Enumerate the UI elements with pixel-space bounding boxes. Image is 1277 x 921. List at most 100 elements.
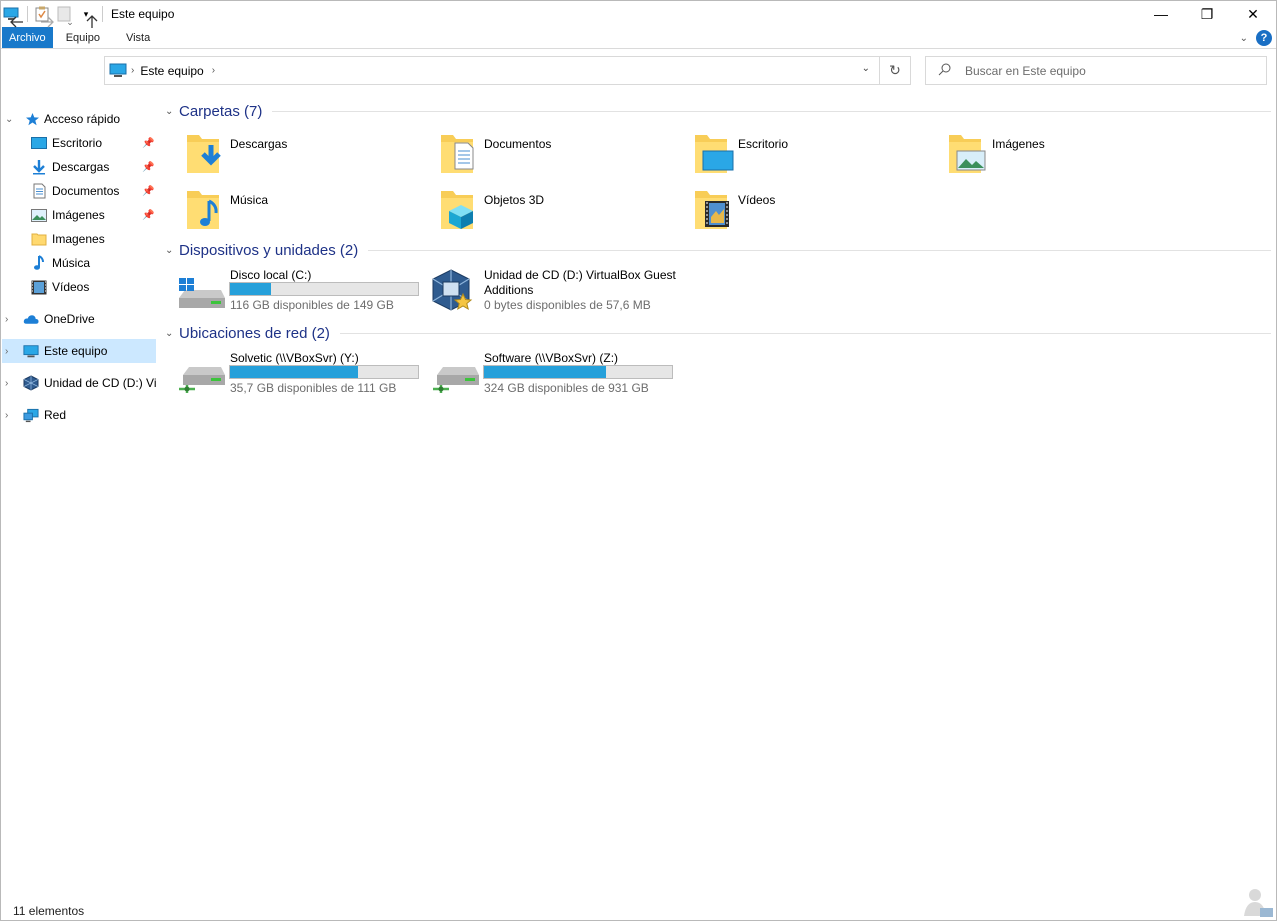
sidebar-item-label: Unidad de CD (D:) VirtualBox Guest Addit… (44, 376, 156, 390)
address-dropdown-icon[interactable]: ⌄ (862, 63, 870, 74)
section-title: Dispositivos y unidades (2) (179, 241, 359, 259)
folder-label: Imágenes (992, 137, 1045, 151)
navigation-pane: ⌄ Acceso rápido Escritorio 📌 Descargas 📌 (2, 105, 156, 895)
section-header-folders[interactable]: ⌄ Carpetas (7) (165, 101, 1271, 121)
sidebar-item-documentos[interactable]: Documentos 📌 (2, 179, 156, 203)
minimize-button[interactable]: — (1138, 1, 1184, 27)
sidebar-item-descargas[interactable]: Descargas 📌 (2, 155, 156, 179)
this-pc-icon (109, 63, 127, 78)
cloud-icon (23, 311, 39, 327)
folder-tile-documentos[interactable]: Documentos (439, 131, 679, 179)
sidebar-item-label: Red (44, 408, 67, 422)
folder-label: Escritorio (738, 137, 789, 151)
breadcrumb-separator-icon: › (131, 65, 135, 76)
up-icon[interactable] (83, 12, 101, 32)
expand-ribbon-icon[interactable]: ⌄ (1240, 33, 1248, 44)
pin-icon: 📌 (142, 209, 155, 221)
back-icon[interactable] (7, 12, 27, 32)
refresh-button[interactable]: ↻ (879, 57, 910, 84)
folder-tile-objetos-3d[interactable]: Objetos 3D (439, 187, 679, 235)
tab-vista[interactable]: Vista (113, 27, 163, 48)
sidebar-item-label: Documentos (52, 184, 120, 198)
folder-tile-musica[interactable]: Música (185, 187, 425, 235)
network-drive-tile-y[interactable]: Solvetic (\\VBoxSvr) (Y:) 35,7 GB dispon… (175, 351, 425, 397)
folder-tile-videos[interactable]: Vídeos (693, 187, 933, 235)
drive-usage-bar (229, 365, 419, 379)
chevron-right-icon[interactable]: › (5, 346, 8, 357)
chevron-right-icon[interactable]: › (5, 378, 8, 389)
sidebar-item-label: Vídeos (52, 280, 90, 294)
chevron-down-icon[interactable]: ⌄ (5, 114, 13, 125)
network-drive-tile-z[interactable]: Software (\\VBoxSvr) (Z:) 324 GB disponi… (429, 351, 679, 397)
window-title: Este equipo (111, 7, 175, 21)
sidebar-item-onedrive[interactable]: › OneDrive (2, 307, 156, 331)
sidebar-item-label: Acceso rápido (44, 112, 121, 126)
chevron-down-icon[interactable]: ⌄ (165, 245, 179, 256)
videos-folder-icon (695, 191, 729, 229)
network-drive-icon (433, 367, 479, 393)
section-header-network[interactable]: ⌄ Ubicaciones de red (2) (165, 323, 1271, 343)
drive-free-space: 35,7 GB disponibles de 111 GB (230, 381, 397, 395)
section-title: Carpetas (7) (179, 102, 263, 120)
desktop-icon (31, 135, 47, 151)
forward-icon[interactable] (37, 12, 57, 32)
folder-tile-escritorio[interactable]: Escritorio (693, 131, 933, 179)
drive-usage-fill (230, 283, 272, 295)
videos-icon (31, 279, 47, 295)
pictures-folder-icon (949, 135, 986, 173)
sidebar-item-escritorio[interactable]: Escritorio 📌 (2, 131, 156, 155)
sidebar-item-label: Imágenes (52, 208, 105, 222)
chevron-down-icon[interactable]: ⌄ (165, 328, 179, 339)
chevron-down-icon[interactable]: ⌄ (165, 106, 179, 117)
drive-tile-d[interactable]: Unidad de CD (D:) VirtualBox Guest Additi… (429, 268, 679, 314)
sidebar-item-imagenes-pinned[interactable]: Imágenes 📌 (2, 203, 156, 227)
sidebar-item-red[interactable]: › Red (2, 403, 156, 427)
sidebar-item-label: Descargas (52, 160, 110, 174)
sidebar-item-imagenes[interactable]: Imagenes (2, 227, 156, 251)
drive-name: Software (\\VBoxSvr) (Z:) (484, 351, 619, 365)
help-icon[interactable]: ? (1256, 30, 1272, 46)
folder-tile-imagenes[interactable]: Imágenes (947, 131, 1187, 179)
chevron-right-icon[interactable]: › (5, 314, 8, 325)
drive-free-space: 0 bytes disponibles de 57,6 MB (484, 298, 651, 312)
sidebar-item-label: OneDrive (44, 312, 95, 326)
network-drive-icon (179, 367, 225, 393)
pictures-icon (31, 207, 47, 223)
search-icon (938, 63, 951, 79)
address-bar[interactable]: › Este equipo › ⌄ ↻ (104, 56, 911, 85)
folder-label: Vídeos (738, 193, 776, 207)
search-placeholder: Buscar en Este equipo (965, 63, 1086, 78)
drive-free-space: 324 GB disponibles de 931 GB (484, 381, 649, 395)
sidebar-item-videos[interactable]: Vídeos (2, 275, 156, 299)
drive-tile-c[interactable]: Disco local (C:) 116 GB disponibles de 1… (175, 268, 425, 314)
drive-name: Unidad de CD (D:) VirtualBox Guest Additi… (484, 268, 676, 298)
chevron-right-icon[interactable]: › (5, 410, 8, 421)
restore-button[interactable]: ❐ (1184, 1, 1230, 27)
drive-usage-bar (229, 282, 419, 296)
folder-icon (31, 231, 47, 247)
folder-label: Objetos 3D (484, 193, 545, 207)
file-explorer-window: ▾ Este equipo — ❐ ✕ Archivo Equipo Vista… (0, 0, 1277, 921)
breadcrumb-este-equipo[interactable]: Este equipo (140, 64, 203, 78)
section-header-devices[interactable]: ⌄ Dispositivos y unidades (2) (165, 240, 1271, 260)
music-icon (31, 255, 47, 271)
star-icon (24, 111, 40, 127)
sidebar-item-este-equipo[interactable]: › Este equipo (2, 339, 156, 363)
section-divider (368, 249, 1271, 251)
this-pc-icon (23, 343, 39, 359)
search-input[interactable]: Buscar en Este equipo (925, 56, 1267, 85)
recent-locations-icon[interactable]: ⌄ (63, 12, 77, 32)
drive-usage-fill (484, 366, 607, 378)
breadcrumb-separator-icon[interactable]: › (212, 65, 215, 76)
folder-tile-descargas[interactable]: Descargas (185, 131, 425, 179)
folder-label: Documentos (484, 137, 552, 151)
section-divider (272, 110, 1271, 112)
network-icon (23, 407, 39, 423)
sidebar-item-cd-drive[interactable]: › Unidad de CD (D:) VirtualBox Guest Add… (2, 371, 156, 395)
drive-usage-bar (483, 365, 673, 379)
sidebar-item-quick-access[interactable]: ⌄ Acceso rápido (2, 107, 156, 131)
close-button[interactable]: ✕ (1230, 1, 1276, 27)
sidebar-item-label: Este equipo (44, 344, 108, 358)
sidebar-item-musica[interactable]: Música (2, 251, 156, 275)
desktop-folder-icon (695, 135, 734, 173)
